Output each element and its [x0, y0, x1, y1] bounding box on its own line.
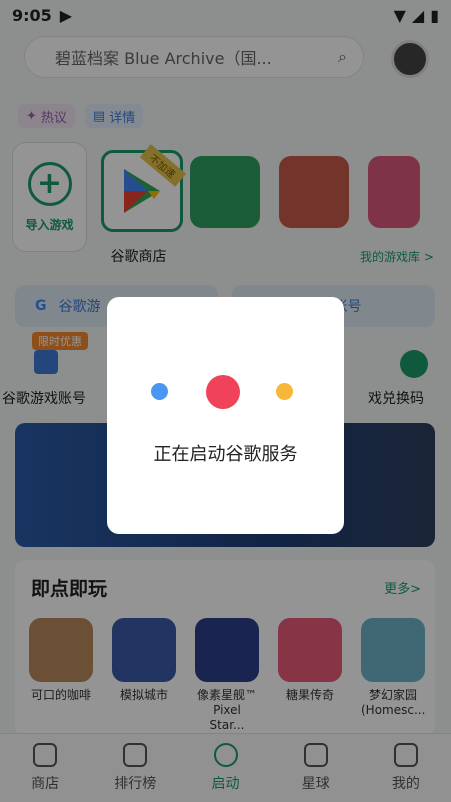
- loading-dot-icon: [151, 383, 168, 400]
- loading-message: 正在启动谷歌服务: [153, 444, 298, 465]
- loading-dot-icon: [206, 375, 240, 409]
- loading-dot-icon: [276, 383, 293, 400]
- loading-dialog: 正在启动谷歌服务: [107, 297, 344, 534]
